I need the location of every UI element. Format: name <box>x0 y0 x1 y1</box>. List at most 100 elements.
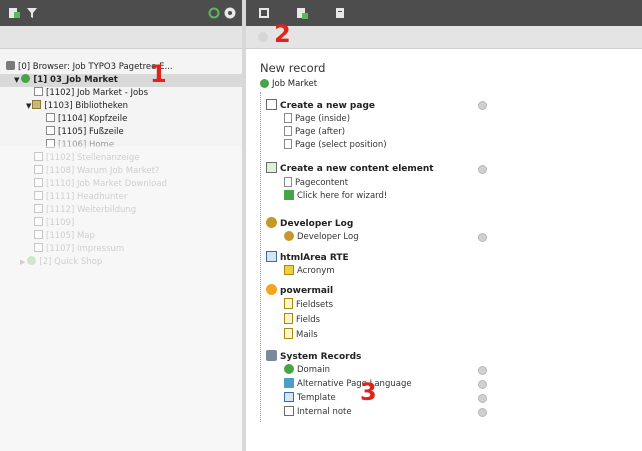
language-icon <box>284 378 294 388</box>
right-subbar <box>246 26 642 49</box>
close-icon[interactable] <box>258 7 270 19</box>
page-icon <box>46 113 55 122</box>
filter-icon[interactable] <box>26 7 38 19</box>
expand-icon[interactable]: ▶ <box>20 258 25 266</box>
tree-item[interactable]: [1104] Kopfzeile <box>46 113 127 126</box>
list-item[interactable]: Alternative Page Language <box>284 378 412 389</box>
list-item[interactable]: Domain <box>284 364 330 375</box>
globe-icon <box>21 74 31 83</box>
page-icon <box>284 113 292 123</box>
page-icon <box>34 243 43 252</box>
tree-item[interactable]: [1102] Stellenanzeige <box>34 152 140 165</box>
page-icon <box>34 87 43 96</box>
tree-item[interactable]: [1107] Impressum <box>34 243 124 256</box>
wizard-icon <box>284 190 294 200</box>
page-icon <box>34 217 43 226</box>
section-developer-log: Developer Log <box>266 217 353 229</box>
new-record-icon[interactable] <box>296 7 308 19</box>
tree-item[interactable]: [1102] Job Market - Jobs <box>34 87 148 100</box>
left-toolbar <box>0 0 242 26</box>
page-icon <box>34 178 43 187</box>
page-icon <box>34 230 43 239</box>
globe-icon <box>27 256 37 265</box>
page-tree-panel: [0] Browser: Job TYPO3 Pagetree E... ▼ [1… <box>0 0 242 451</box>
help-icon[interactable] <box>478 233 487 242</box>
new-page-icon[interactable] <box>8 7 20 19</box>
expand-icon[interactable]: ▼ <box>26 102 31 110</box>
list-item[interactable]: Page (after) <box>284 126 345 137</box>
shortcut-icon[interactable] <box>258 32 268 42</box>
section-system-records: System Records <box>266 350 361 362</box>
refresh-icon[interactable] <box>208 7 220 19</box>
tree-line <box>260 92 261 422</box>
list-item[interactable]: Click here for wizard! <box>284 190 387 201</box>
system-records-icon <box>266 350 277 361</box>
content-element-icon <box>266 162 277 173</box>
page-icon <box>34 191 43 200</box>
tree-root-icon <box>6 61 15 70</box>
help-icon[interactable] <box>478 165 487 174</box>
fieldset-icon <box>284 298 293 309</box>
developer-log-icon <box>284 231 294 241</box>
list-item[interactable]: Pagecontent <box>284 177 348 188</box>
tree-item[interactable]: ▼ [1103] Bibliotheken <box>26 100 128 113</box>
section-new-content: Create a new content element <box>266 162 434 174</box>
help-icon[interactable] <box>224 7 236 19</box>
right-toolbar <box>246 0 642 26</box>
marker-2: 2 <box>274 20 291 48</box>
section-new-page: Create a new page <box>266 99 375 111</box>
note-icon <box>284 406 294 416</box>
document-icon[interactable] <box>334 7 346 19</box>
help-icon[interactable] <box>478 394 487 403</box>
tree-item[interactable]: [1111] Headhunter <box>34 191 127 204</box>
field-icon <box>284 313 293 324</box>
tree-item-quick-shop[interactable]: ▶ [2] Quick Shop <box>20 256 102 269</box>
page-title: New record <box>260 61 326 75</box>
help-icon[interactable] <box>478 101 487 110</box>
tree-root[interactable]: [0] Browser: Job TYPO3 Pagetree E... <box>6 61 173 74</box>
content-panel: New record Job Market Create a new page … <box>246 0 642 451</box>
page-icon <box>34 165 43 174</box>
tree-item[interactable]: [1109] <box>34 217 74 230</box>
page-icon <box>284 126 292 136</box>
page-icon <box>34 204 43 213</box>
domain-icon <box>284 364 294 374</box>
help-icon[interactable] <box>478 380 487 389</box>
folder-icon <box>32 100 42 109</box>
tree-item[interactable]: [1112] Weiterbildung <box>34 204 136 217</box>
marker-3: 3 <box>360 378 377 406</box>
tree-item[interactable]: [1105] Map <box>34 230 95 243</box>
acronym-icon <box>284 265 294 275</box>
list-item[interactable]: Fieldsets <box>284 298 333 310</box>
list-item[interactable]: Mails <box>284 328 318 340</box>
page-icon <box>34 152 43 161</box>
list-item[interactable]: Fields <box>284 313 320 325</box>
record-page: Job Market <box>260 79 317 89</box>
tree-item[interactable]: [1108] Warum Job Market? <box>34 165 159 178</box>
mail-icon <box>284 328 293 339</box>
list-item[interactable]: Page (inside) <box>284 113 350 124</box>
powermail-icon <box>266 284 277 295</box>
page-icon <box>46 126 55 135</box>
list-item[interactable]: Page (select position) <box>284 139 387 150</box>
developer-log-icon <box>266 217 277 228</box>
list-item[interactable]: Template <box>284 392 336 403</box>
new-page-icon <box>266 99 277 110</box>
section-powermail: powermail <box>266 284 333 296</box>
tree-item-job-market[interactable]: ▼ [1] 03_Job Market <box>0 74 242 87</box>
page-tree: [0] Browser: Job TYPO3 Pagetree E... ▼ [1… <box>0 49 242 451</box>
tree-item[interactable]: [1110] Job Market Download <box>34 178 167 191</box>
marker-1: 1 <box>150 60 167 88</box>
list-item[interactable]: Internal note <box>284 406 352 417</box>
help-icon[interactable] <box>478 366 487 375</box>
help-icon[interactable] <box>478 408 487 417</box>
tree-item[interactable]: [1106] Home <box>46 139 114 152</box>
tree-item[interactable]: [1105] Fußzeile <box>46 126 124 139</box>
content-icon <box>284 177 292 187</box>
globe-icon <box>260 79 269 88</box>
list-item[interactable]: Acronym <box>284 265 335 276</box>
page-icon <box>46 139 55 148</box>
htmlarea-icon <box>266 251 277 262</box>
list-item[interactable]: Developer Log <box>284 231 359 242</box>
expand-icon[interactable]: ▼ <box>14 76 19 84</box>
